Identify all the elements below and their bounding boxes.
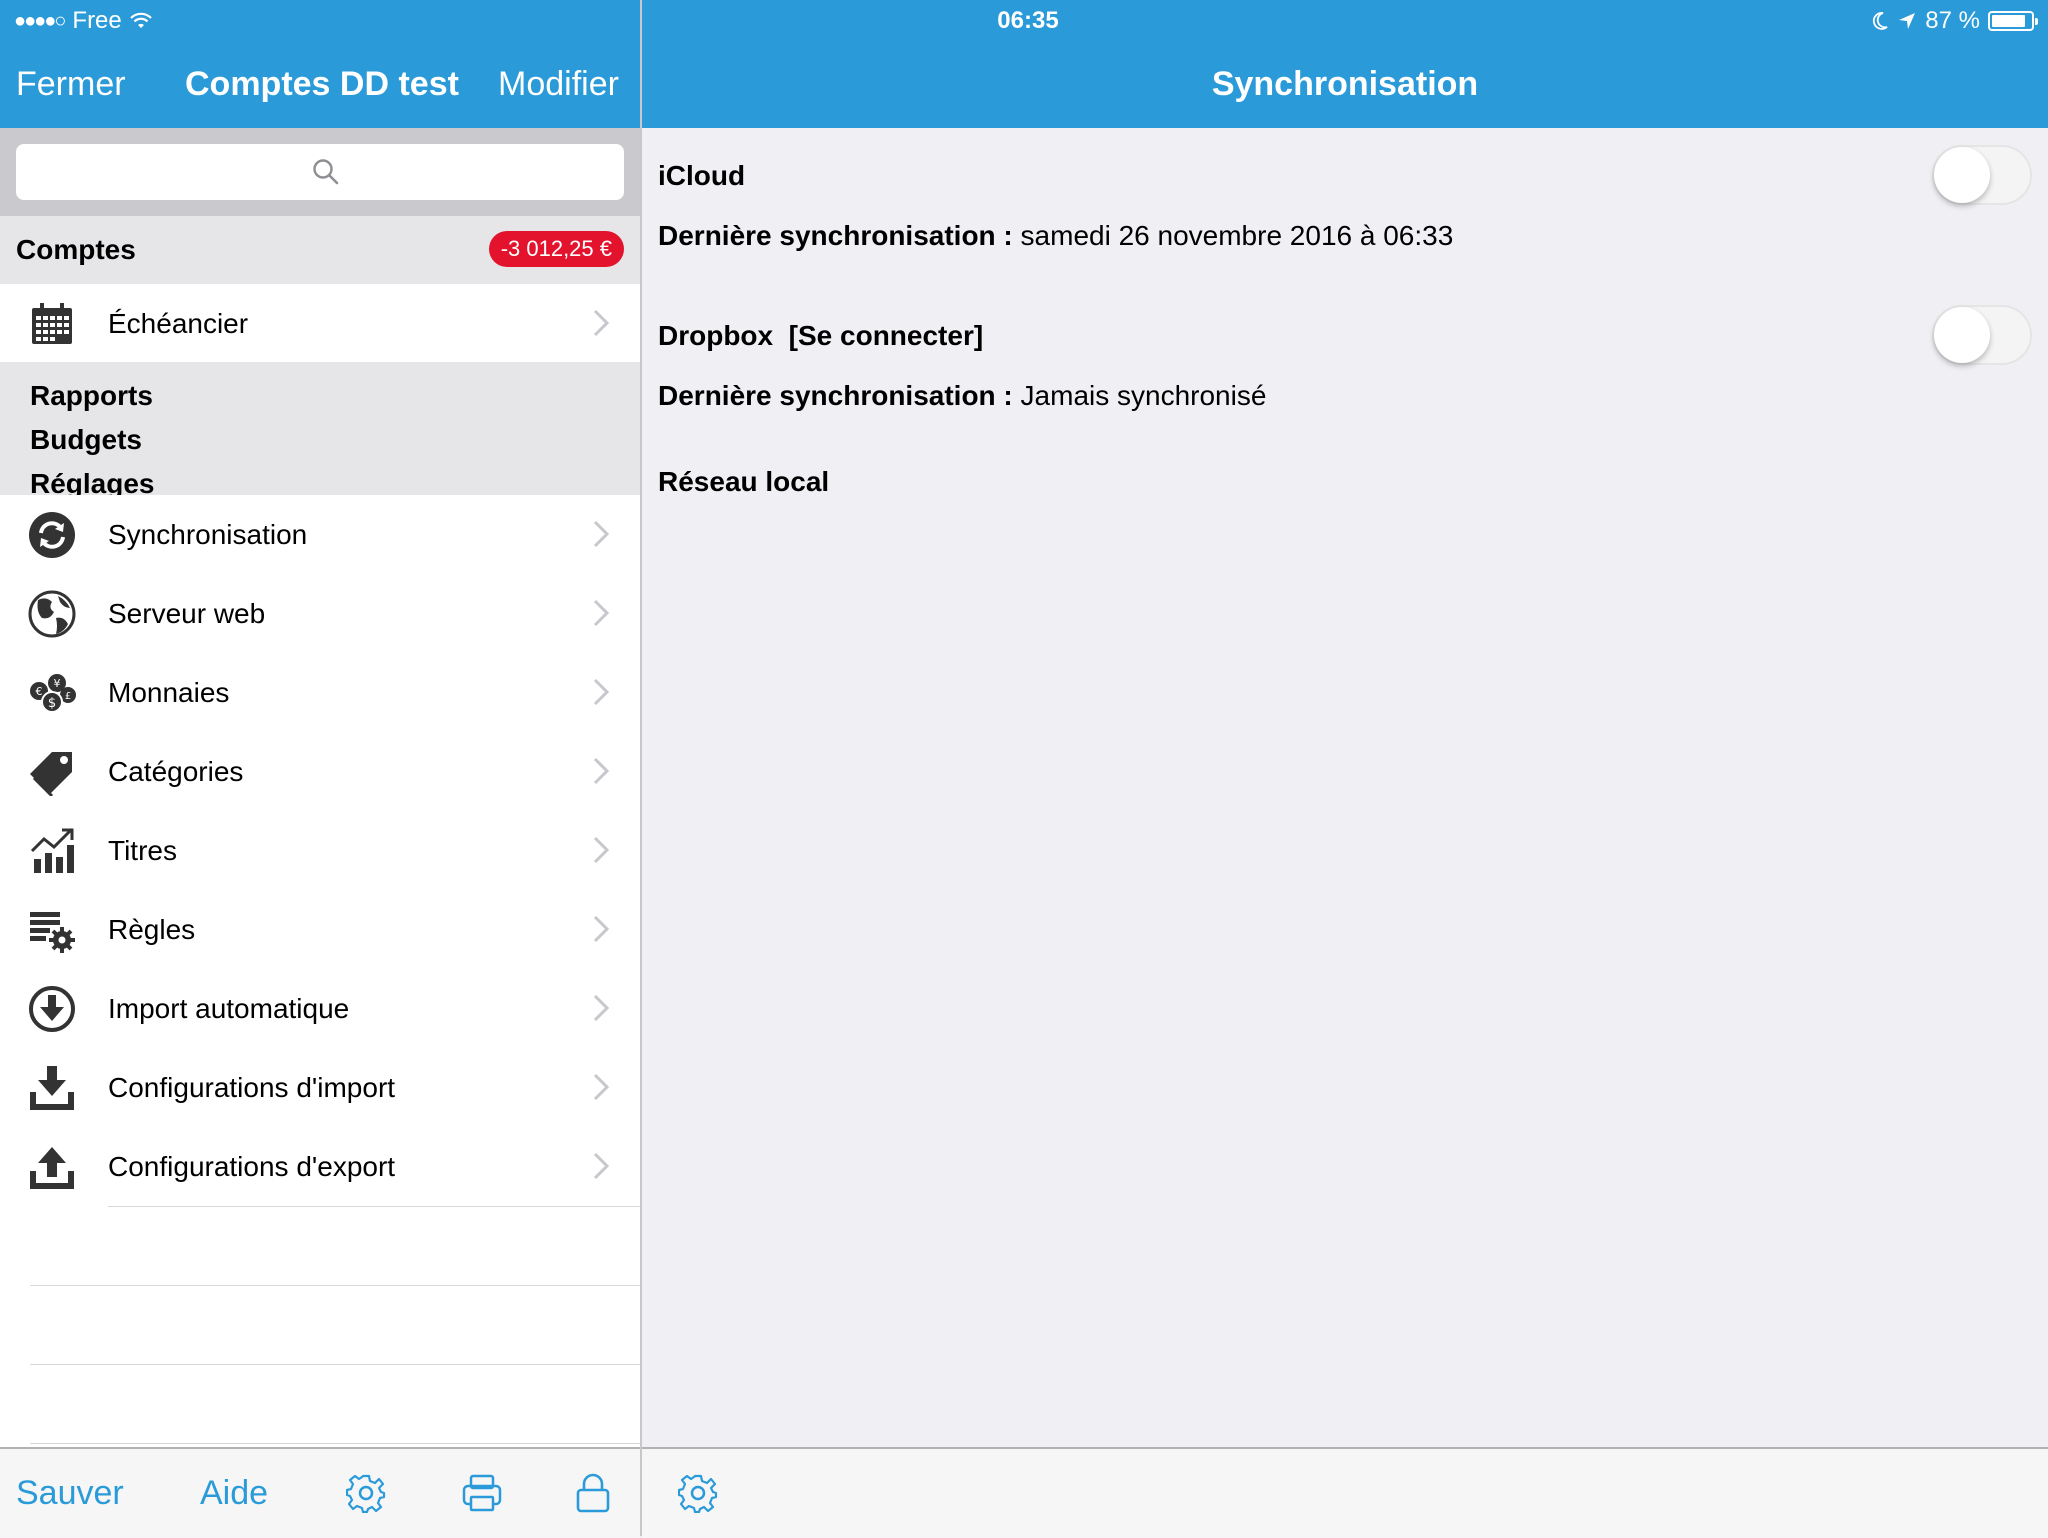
last-sync-label: Dernière synchronisation : (658, 220, 1013, 251)
moon-icon (1873, 12, 1888, 30)
toggle-knob (1934, 307, 1990, 363)
page-title: Synchronisation (1211, 65, 1479, 103)
sidebar-item-label: Échéancier (108, 308, 249, 339)
sidebar-item-label: Titres (108, 835, 177, 866)
split-divider (640, 0, 642, 1536)
search-area (0, 128, 640, 216)
globe-icon (28, 590, 76, 638)
toggle-knob (1934, 147, 1990, 203)
help-button[interactable]: Aide (200, 1471, 268, 1515)
accounts-row[interactable]: Comptes -3 012,25 € (0, 216, 640, 284)
sidebar-item-auto-import[interactable]: Import automatique (0, 969, 640, 1049)
sidebar-item-securities[interactable]: Titres (0, 811, 640, 891)
currencies-icon: € ¥ £ $ (30, 674, 76, 713)
master-toolbar: Sauver Aide (0, 1447, 640, 1538)
sidebar-item-categories[interactable]: Catégories (0, 732, 640, 812)
chevron-right-icon (593, 915, 610, 943)
last-sync-value: Jamais synchronisé (1020, 380, 1267, 411)
chevron-right-icon (593, 520, 610, 548)
svg-text:€: € (36, 685, 43, 698)
edit-button[interactable]: Modifier (498, 62, 619, 106)
tray-upload-icon (30, 1147, 74, 1189)
accounts-label: Comptes (16, 234, 136, 265)
location-arrow-icon (1899, 13, 1916, 29)
last-sync-label: Dernière synchronisation : (658, 380, 1013, 411)
dropbox-toggle[interactable] (1932, 305, 2032, 365)
dropbox-label: Dropbox (658, 320, 774, 351)
icloud-label: iCloud (658, 160, 746, 191)
sync-icon (29, 512, 75, 558)
dropbox-row: Dropbox [Se connecter] (658, 318, 983, 354)
top-bar: ●●●●○ Free 06:35 87 % Fermer Comptes DD … (0, 0, 2048, 128)
chevron-right-icon (593, 678, 610, 706)
chevron-right-icon (593, 309, 610, 337)
sidebar-item-import-config[interactable]: Configurations d'import (0, 1048, 640, 1128)
master-pane: Comptes -3 012,25 € Échéancier Rapports … (0, 128, 640, 1536)
sidebar-item-schedule[interactable]: Échéancier (0, 284, 640, 363)
download-circle-icon (29, 986, 75, 1032)
status-right: 87 % (1871, 7, 2038, 35)
sidebar-item-label: Import automatique (108, 993, 350, 1024)
icloud-last-sync: Dernière synchronisation : samedi 26 nov… (658, 218, 1453, 254)
sidebar-item-label: Catégories (108, 756, 244, 787)
chevron-right-icon (593, 1152, 610, 1180)
empty-row-separator (30, 1285, 640, 1286)
detail-toolbar (642, 1447, 2048, 1538)
sidebar-item-label: Configurations d'import (108, 1072, 396, 1103)
local-network-label: Réseau local (658, 466, 830, 497)
chevron-right-icon (593, 836, 610, 864)
tags-icon (30, 752, 72, 796)
save-button[interactable]: Sauver (16, 1471, 124, 1515)
search-input[interactable] (16, 144, 624, 200)
status-time: 06:35 (997, 7, 1059, 34)
close-button[interactable]: Fermer (16, 62, 126, 106)
master-title: Comptes DD test (185, 65, 459, 103)
sidebar-item-label: Monnaies (108, 677, 230, 708)
gear-icon[interactable] (678, 1473, 718, 1513)
chevron-right-icon (593, 757, 610, 785)
sidebar-item-label: Configurations d'export (108, 1151, 396, 1182)
lock-icon[interactable] (576, 1473, 610, 1513)
sidebar-item-currencies[interactable]: € ¥ £ $ Monnaies (0, 653, 640, 733)
sidebar-item-web-server[interactable]: Serveur web (0, 574, 640, 654)
dropbox-connect-link[interactable]: [Se connecter] (789, 320, 984, 351)
gear-icon[interactable] (346, 1473, 386, 1513)
balance-badge: -3 012,25 € (488, 231, 624, 267)
empty-row-separator (30, 1364, 640, 1365)
svg-text:$: $ (48, 696, 56, 711)
sections-block: Rapports Budgets Réglages (0, 362, 640, 499)
chevron-right-icon (593, 1073, 610, 1101)
chart-up-icon (30, 828, 74, 873)
icloud-toggle[interactable] (1932, 145, 2032, 205)
sidebar-item-export-config[interactable]: Configurations d'export (0, 1127, 640, 1207)
rules-gear-icon (30, 912, 75, 953)
tray-download-icon (30, 1066, 74, 1110)
battery-icon (1988, 11, 2038, 31)
section-budgets[interactable]: Budgets (30, 422, 142, 458)
battery-percentage: 87 % (1925, 7, 1980, 34)
sidebar-item-rules[interactable]: Règles (0, 890, 640, 970)
sidebar-item-label: Serveur web (108, 598, 266, 629)
detail-pane: iCloud Dernière synchronisation : samedi… (642, 128, 2048, 1447)
empty-row-separator (30, 1443, 640, 1444)
sidebar-item-sync[interactable]: Synchronisation (0, 495, 640, 575)
printer-icon[interactable] (462, 1473, 502, 1513)
chevron-right-icon (593, 599, 610, 627)
svg-text:¥: ¥ (54, 677, 61, 690)
row-separator (108, 1206, 640, 1207)
section-reports[interactable]: Rapports (30, 378, 153, 414)
search-icon (313, 159, 339, 185)
last-sync-value: samedi 26 novembre 2016 à 06:33 (1020, 220, 1454, 251)
dropbox-last-sync: Dernière synchronisation : Jamais synchr… (658, 378, 1266, 414)
sidebar-item-label: Règles (108, 914, 196, 945)
chevron-right-icon (593, 994, 610, 1022)
calendar-icon (32, 303, 72, 344)
sidebar-item-label: Synchronisation (108, 519, 308, 550)
svg-text:£: £ (65, 691, 71, 702)
